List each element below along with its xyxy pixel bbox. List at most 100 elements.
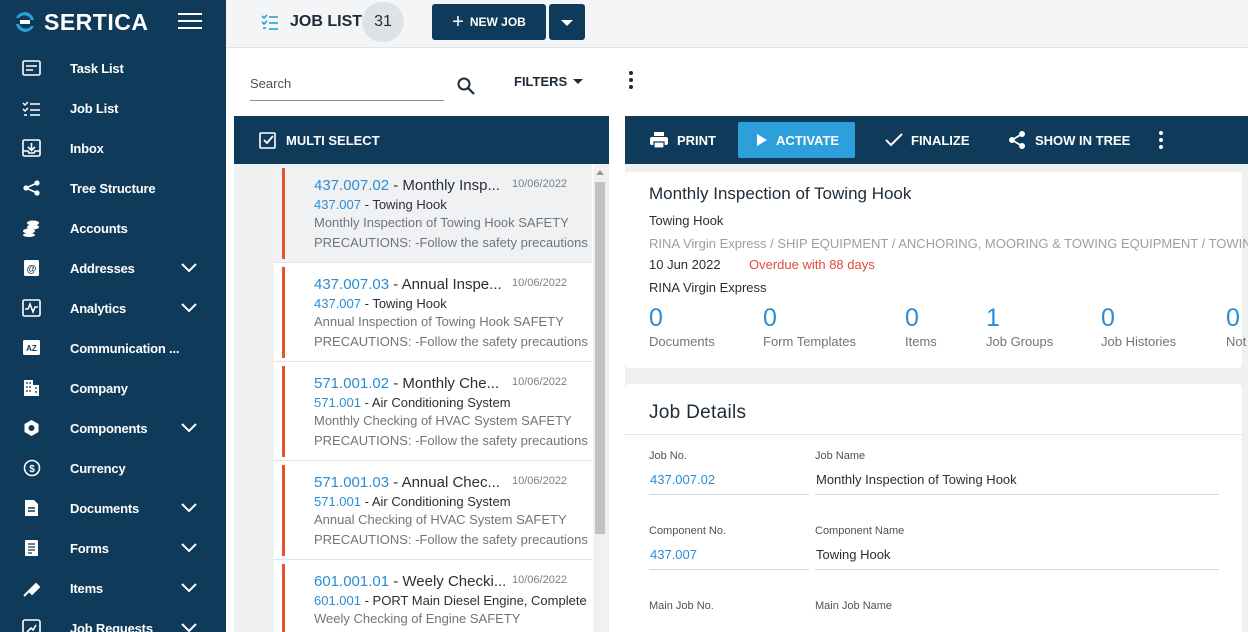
finalize-button[interactable]: FINALIZE — [885, 122, 970, 158]
menu-toggle-icon[interactable] — [178, 13, 202, 31]
stat-value: 0 — [1101, 304, 1115, 332]
chevron-down-icon[interactable] — [180, 261, 198, 275]
chevron-down-icon[interactable] — [180, 541, 198, 555]
chevron-down-icon[interactable] — [180, 301, 198, 315]
list-scrollbar[interactable] — [593, 164, 607, 632]
overdue-status: Overdue with 88 days — [749, 257, 875, 272]
accounts-icon — [22, 219, 42, 237]
job-description: Monthly Inspection of Towing Hook SAFETY — [314, 215, 569, 230]
list-more-options-icon[interactable] — [629, 71, 633, 92]
print-label: PRINT — [677, 132, 716, 148]
tree-structure-icon — [22, 179, 42, 197]
priority-bar — [282, 168, 285, 259]
sidebar-item-label: Tree Structure — [70, 180, 156, 196]
sidebar-item-items[interactable]: Items — [0, 568, 226, 608]
job-no-value[interactable]: 437.007.02 — [650, 472, 715, 487]
search-input[interactable] — [250, 76, 440, 91]
divider — [649, 569, 809, 570]
job-due-date: 10/06/2022 — [512, 277, 568, 289]
sertica-logo-icon — [16, 12, 34, 32]
job-list-item[interactable]: 437.007.03 - Annual Inspe... 10/06/2022 43… — [274, 263, 592, 362]
chevron-down-icon[interactable] — [180, 581, 198, 595]
job-details-title: Job Details — [649, 402, 747, 423]
sidebar-item-analytics[interactable]: Analytics — [0, 288, 226, 328]
stat-value: 1 — [986, 304, 1000, 332]
sidebar-item-documents[interactable]: Documents — [0, 488, 226, 528]
job-item-title: 437.007.03 - Annual Inspe... — [314, 276, 502, 293]
sertica-logo[interactable]: SERTICA — [12, 9, 148, 36]
chevron-down-icon[interactable] — [180, 501, 198, 515]
component-number: 601.001 — [314, 593, 361, 608]
currency-icon: $ — [22, 459, 42, 477]
addresses-icon: @ — [22, 259, 42, 277]
search-icon[interactable] — [456, 76, 476, 96]
stat-not[interactable]: 0 Not — [1226, 304, 1246, 349]
new-job-button[interactable]: + NEW JOB — [432, 4, 546, 40]
sidebar-item-currency[interactable]: $ Currency — [0, 448, 226, 488]
sidebar-item-label: Documents — [70, 500, 139, 516]
job-list-item[interactable]: 571.001.02 - Monthly Che... 10/06/2022 571… — [274, 362, 592, 461]
stat-job-groups[interactable]: 1 Job Groups — [986, 304, 1053, 349]
stat-job-histories[interactable]: 0 Job Histories — [1101, 304, 1176, 349]
component-no-label: Component No. — [649, 525, 727, 537]
items-icon — [22, 579, 42, 597]
sidebar-item-forms[interactable]: Forms — [0, 528, 226, 568]
job-name: - Weely Checki... — [389, 573, 507, 590]
priority-bar — [282, 267, 285, 358]
sidebar-item-inbox[interactable]: Inbox — [0, 128, 226, 168]
component-name-label: Component Name — [815, 525, 905, 537]
component-name: - Towing Hook — [361, 296, 447, 311]
stat-value: 0 — [649, 304, 663, 332]
stat-items[interactable]: 0 Items — [905, 304, 937, 349]
job-list-item[interactable]: 437.007.02 - Monthly Insp... 10/06/2022 43… — [274, 164, 592, 263]
detail-more-options-icon[interactable] — [1159, 131, 1163, 152]
chevron-down-icon[interactable] — [180, 621, 198, 632]
new-job-dropdown-button[interactable] — [549, 4, 585, 40]
sidebar-item-task-list[interactable]: Task List — [0, 48, 226, 88]
sidebar-item-label: Inbox — [70, 140, 104, 156]
filters-button[interactable]: FILTERS — [514, 74, 584, 89]
print-button[interactable]: PRINT — [649, 122, 716, 158]
sidebar-item-job-requests[interactable]: Job Requests — [0, 608, 226, 632]
main-job-name-label: Main Job Name — [815, 600, 893, 612]
sidebar-item-addresses[interactable]: @ Addresses — [0, 248, 226, 288]
job-list-item[interactable]: 601.001.01 - Weely Checki... 10/06/2022 60… — [274, 560, 592, 632]
forms-icon — [22, 539, 42, 557]
sidebar-item-label: Communication ... — [70, 340, 180, 356]
sidebar-item-company[interactable]: Company — [0, 368, 226, 408]
sidebar-item-label: Accounts — [70, 220, 128, 236]
stat-form-templates[interactable]: 0 Form Templates — [763, 304, 856, 349]
scrollbar-thumb[interactable] — [595, 182, 605, 534]
printer-icon — [650, 132, 668, 149]
component-number: 571.001 — [314, 395, 361, 410]
job-number: 437.007.03 — [314, 276, 390, 293]
sidebar-item-tree-structure[interactable]: Tree Structure — [0, 168, 226, 208]
scroll-up-icon[interactable] — [596, 170, 604, 175]
sidebar-item-accounts[interactable]: Accounts — [0, 208, 226, 248]
component-number: 571.001 — [314, 494, 361, 509]
job-description: Weely Checking of Engine SAFETY — [314, 611, 521, 626]
sidebar-item-components[interactable]: Components — [0, 408, 226, 448]
sidebar-item-communication[interactable]: AZ Communication ... — [0, 328, 226, 368]
job-item-component: 571.001 - Air Conditioning System — [314, 395, 511, 410]
checkbox-icon — [259, 132, 276, 149]
chevron-down-icon[interactable] — [180, 421, 198, 435]
inbox-icon — [22, 139, 42, 157]
show-in-tree-button[interactable]: SHOW IN TREE — [1007, 122, 1130, 158]
job-list-item[interactable]: 571.001.03 - Annual Chec... 10/06/2022 571… — [274, 461, 592, 560]
job-list-icon — [261, 14, 278, 30]
multi-select-button[interactable]: MULTI SELECT — [234, 116, 609, 164]
job-count-badge: 31 — [362, 2, 404, 42]
brand-area: SERTICA — [0, 0, 226, 44]
job-item-title: 571.001.03 - Annual Chec... — [314, 474, 500, 491]
component-no-value[interactable]: 437.007 — [650, 547, 697, 562]
svg-text:$: $ — [29, 464, 35, 475]
component-path: RINA Virgin Express / SHIP EQUIPMENT / A… — [649, 236, 1248, 251]
job-description: PRECAUTIONS: -Follow the safety precauti… — [314, 433, 588, 448]
component-name: - Air Conditioning System — [361, 395, 511, 410]
activate-label: ACTIVATE — [776, 132, 840, 148]
stat-documents[interactable]: 0 Documents — [649, 304, 715, 349]
sidebar-item-job-list[interactable]: Job List — [0, 88, 226, 128]
activate-button[interactable]: ACTIVATE — [738, 122, 856, 158]
job-list: 601.001.01 - Weely Checki... 10/06/2022 60… — [274, 164, 607, 632]
